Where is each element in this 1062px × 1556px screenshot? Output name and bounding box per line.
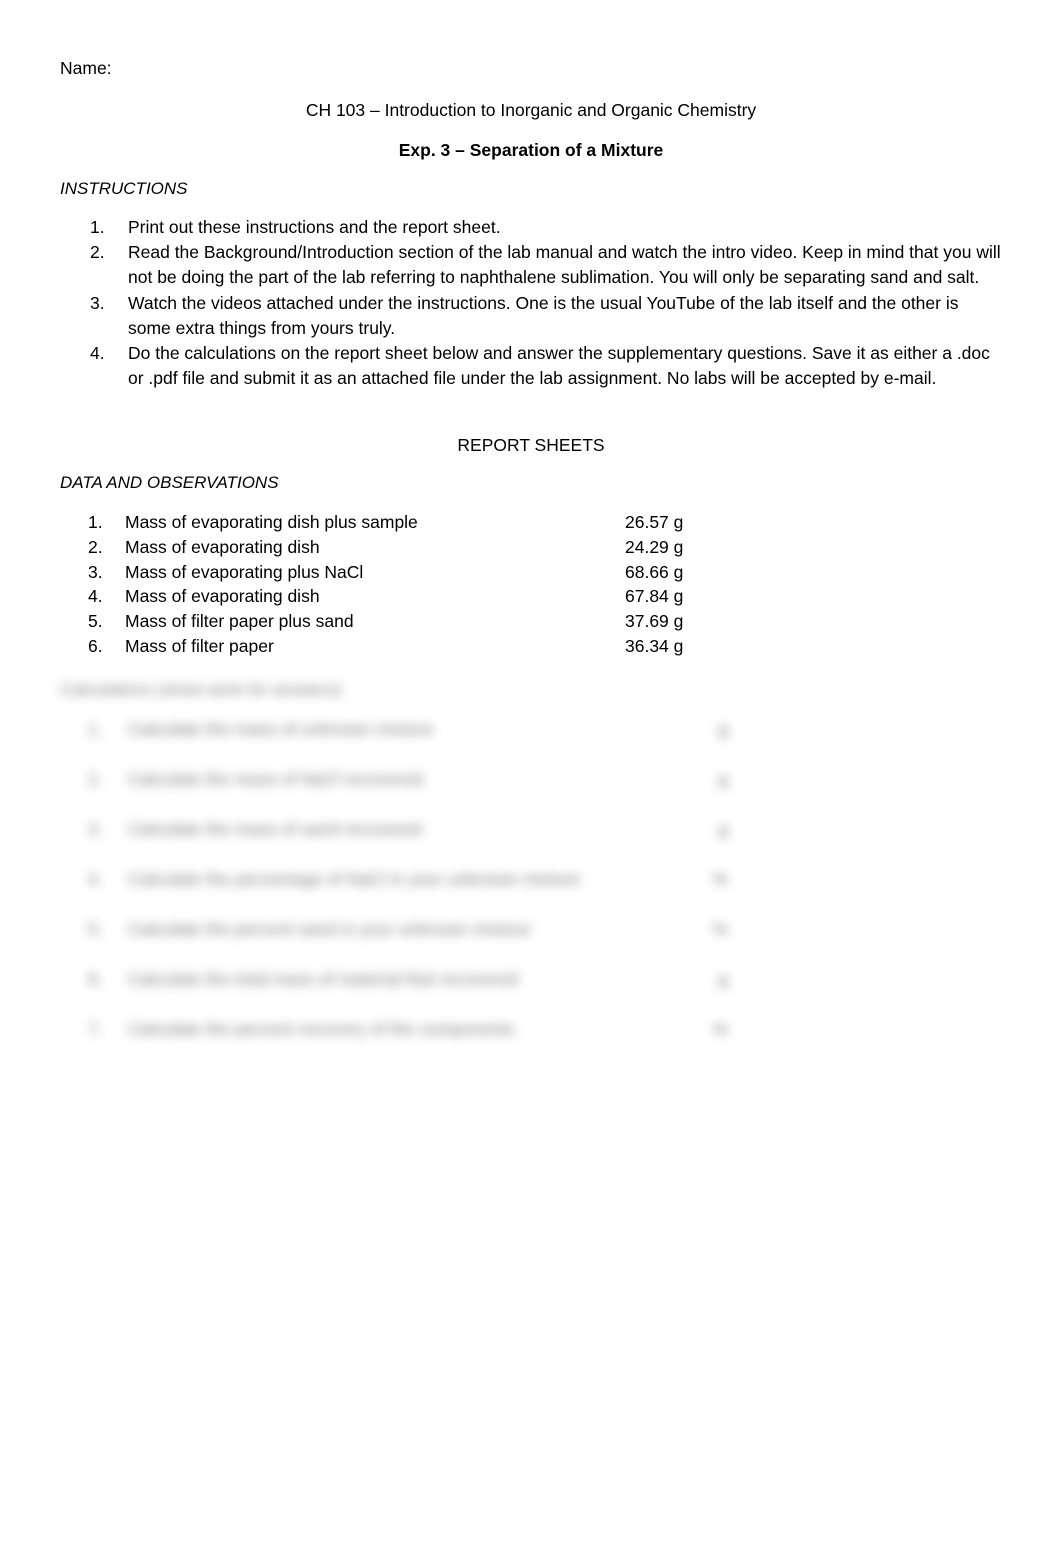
data-row-value: 24.29 g (625, 536, 684, 557)
calculation-number: 4. (88, 869, 103, 889)
calculation-row: 5. Calculate the percent sand in your un… (88, 919, 728, 969)
calculation-text: Calculate the mass of sand recovered (128, 819, 422, 839)
data-row: 4. Mass of evaporating dish 67.84 g (88, 584, 708, 609)
calculations-section-blurred: Calculations (show work for answers) 1. … (0, 0, 1062, 1039)
calculation-row: 1. Calculate the mass of unknown mixture… (88, 719, 728, 769)
data-row-number: 4. (88, 586, 103, 607)
calculation-row: 7. Calculate the percent recovery of the… (88, 1019, 728, 1069)
data-row: 1. Mass of evaporating dish plus sample … (88, 510, 708, 535)
data-row-number: 1. (88, 512, 103, 532)
calculation-text: Calculate the mass of unknown mixture (128, 719, 434, 739)
data-row-number: 5. (88, 611, 103, 632)
data-observations-list: 1. Mass of evaporating dish plus sample … (88, 510, 708, 659)
document-page: Name: CH 103 – Introduction to Inorganic… (0, 0, 1062, 1556)
data-row-label: Mass of filter paper (125, 635, 274, 656)
data-row-value: 36.34 g (625, 635, 684, 656)
calculation-unit: g (718, 819, 728, 839)
calculation-row: 2. Calculate the mass of NaCl recovered … (88, 769, 728, 819)
calculation-unit: % (712, 869, 728, 889)
calculation-number: 5. (88, 919, 103, 939)
calculation-unit: % (712, 919, 728, 939)
calculations-list: 1. Calculate the mass of unknown mixture… (88, 719, 728, 1069)
calculation-unit: g (718, 969, 728, 989)
data-row-value: 26.57 g (625, 512, 684, 532)
data-row-label: Mass of evaporating dish (125, 586, 320, 607)
calculation-number: 6. (88, 969, 103, 989)
data-row-label: Mass of evaporating plus NaCl (125, 561, 364, 582)
calculation-text: Calculate the mass of NaCl recovered (128, 769, 423, 789)
data-row-number: 3. (88, 561, 103, 582)
calculations-heading: Calculations (show work for answers) (60, 680, 342, 699)
calculation-number: 7. (88, 1019, 103, 1039)
calculation-number: 2. (88, 769, 103, 789)
calculation-number: 3. (88, 819, 103, 839)
data-row-label: Mass of filter paper plus sand (125, 611, 354, 632)
data-row-number: 6. (88, 635, 103, 656)
calculation-row: 4. Calculate the percentage of NaCl in y… (88, 869, 728, 919)
data-row-value: 37.69 g (625, 611, 684, 632)
calculation-text: Calculate the total mass of material tha… (128, 969, 519, 989)
report-sheets-heading: REPORT SHEETS (457, 435, 605, 455)
data-row: 3. Mass of evaporating plus NaCl 68.66 g (88, 560, 708, 585)
calculation-text: Calculate the percent sand in your unkno… (128, 919, 531, 939)
calculation-unit: g (718, 719, 728, 739)
data-row-label: Mass of evaporating dish (125, 536, 320, 557)
calculation-number: 1. (88, 719, 103, 739)
calculation-text: Calculate the percentage of NaCl in your… (128, 869, 581, 889)
data-row-value: 68.66 g (625, 561, 684, 582)
data-row-number: 2. (88, 536, 103, 557)
calculation-unit: % (712, 1019, 728, 1039)
calculation-row: 3. Calculate the mass of sand recovered … (88, 819, 728, 869)
data-row-label: Mass of evaporating dish plus sample (125, 512, 418, 532)
calculation-text: Calculate the percent recovery of the co… (128, 1019, 515, 1039)
data-row-value: 67.84 g (625, 586, 684, 607)
calculation-row: 6. Calculate the total mass of material … (88, 969, 728, 1019)
calculation-unit: g (718, 769, 728, 789)
data-row: 2. Mass of evaporating dish 24.29 g (88, 535, 708, 560)
data-row: 5. Mass of filter paper plus sand 37.69 … (88, 609, 708, 634)
data-row: 6. Mass of filter paper 36.34 g (88, 634, 708, 659)
data-observations-section-label: DATA AND OBSERVATIONS (60, 473, 279, 492)
